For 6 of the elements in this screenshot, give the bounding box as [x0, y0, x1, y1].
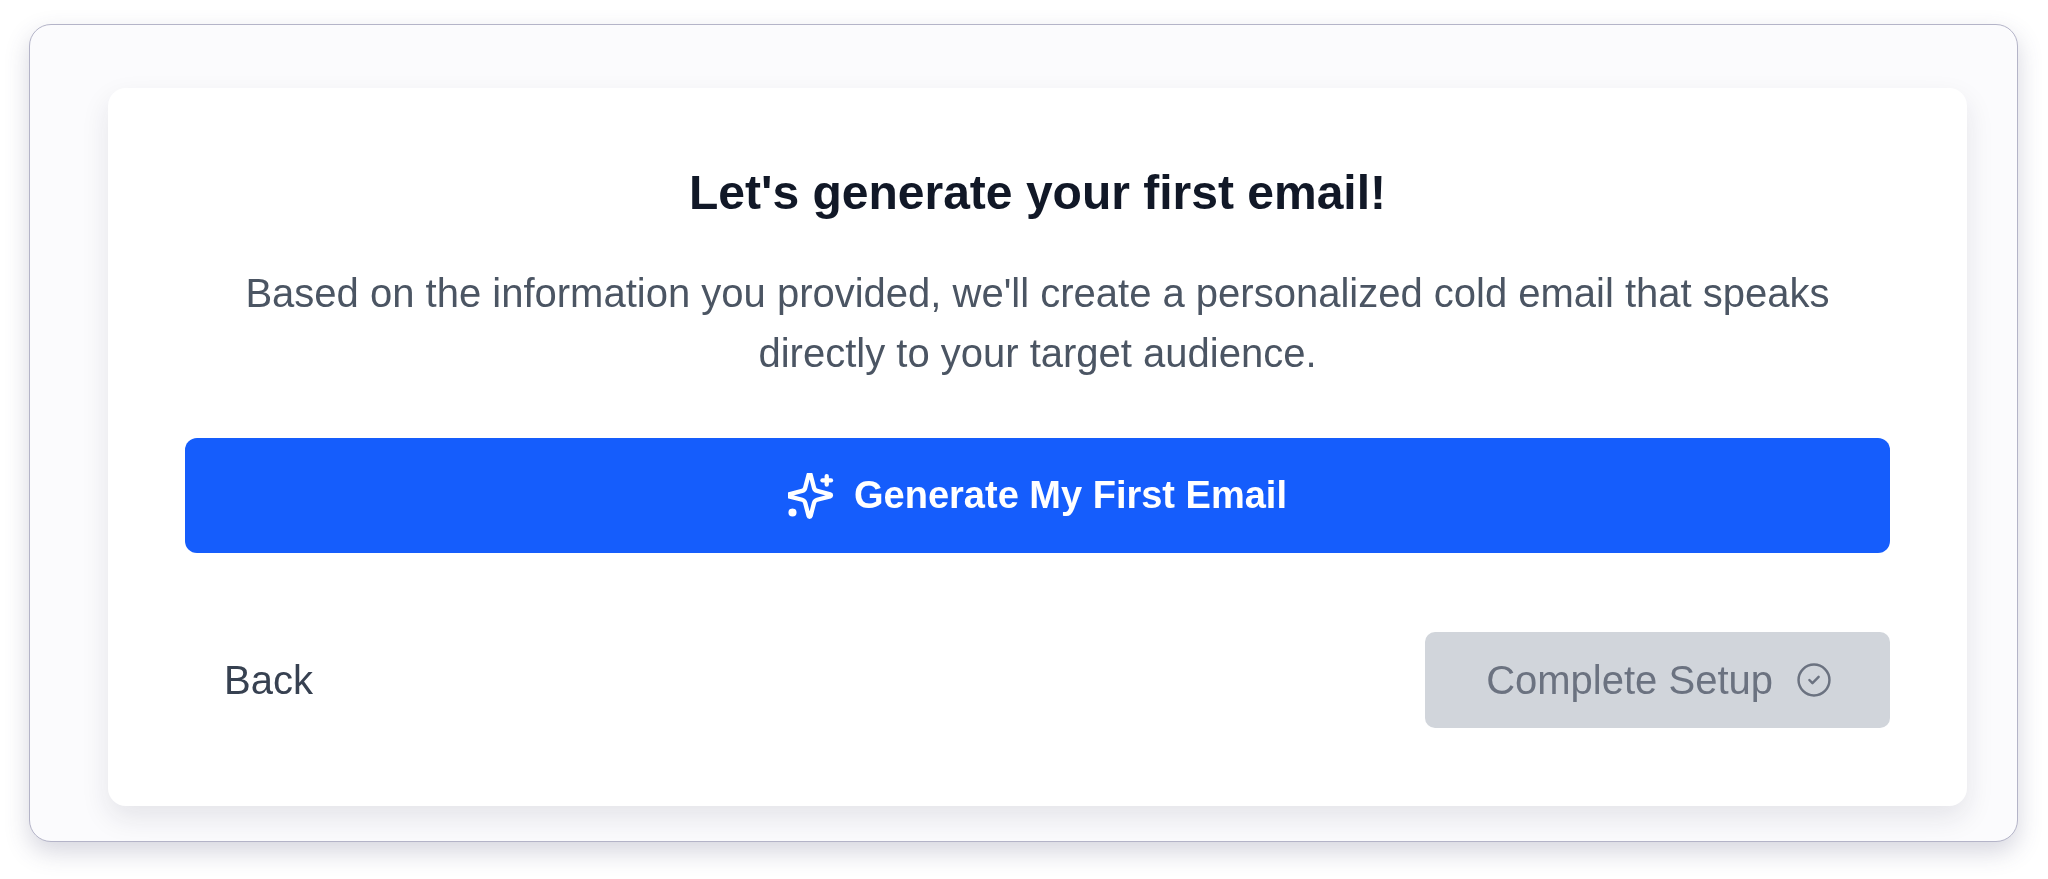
back-button[interactable]: Back: [224, 651, 313, 709]
sparkles-icon: [788, 472, 835, 519]
card-description: Based on the information you provided, we'll create a personalized cold email that speaks directly to your target audience.: [244, 270, 1831, 377]
circle-check-icon: [1797, 663, 1831, 697]
card-title: Let's generate your first email!: [689, 165, 1386, 221]
generate-email-button[interactable]: Generate My First Email: [185, 438, 1890, 553]
